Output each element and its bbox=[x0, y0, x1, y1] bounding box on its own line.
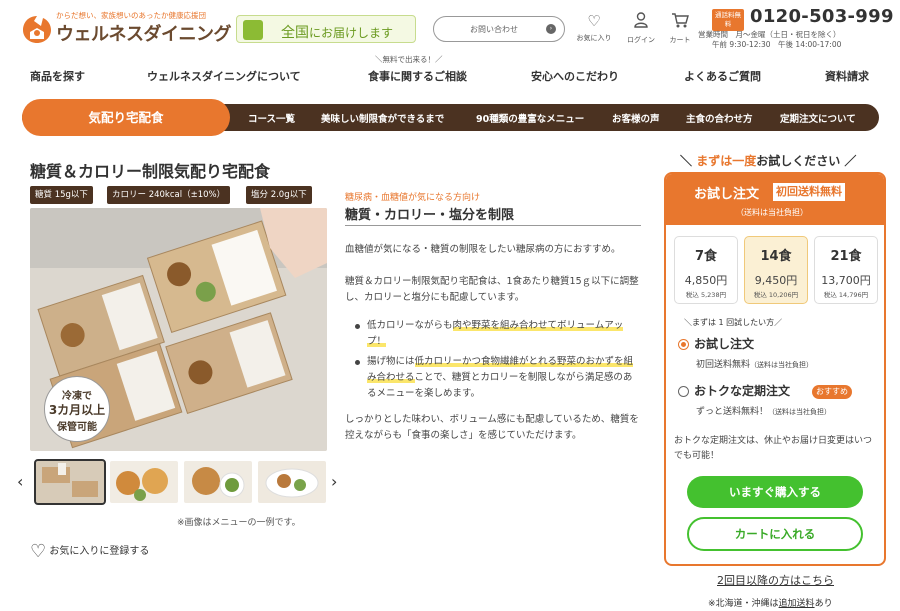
photo-note: ※画像はメニューの一例です。 bbox=[177, 518, 301, 528]
heart-icon: ♡ bbox=[587, 12, 601, 30]
cart-icon bbox=[662, 12, 698, 32]
thumbnail-image bbox=[110, 461, 178, 503]
nav-consultation[interactable]: 食事に関するご相談 bbox=[368, 68, 467, 84]
feature-list: 低カロリーながらも肉や野菜を組み合わせてボリュームアップ！ 揚げ物には低カロリー… bbox=[355, 318, 641, 406]
description-para-1: 血糖値が気になる・糖質の制限をしたい糖尿病の方におすすめ。 bbox=[345, 244, 621, 255]
buy-now-button[interactable]: いますぐ購入する bbox=[687, 476, 863, 508]
list-item: 低カロリーながらも肉や野菜を組み合わせてボリュームアップ！ bbox=[355, 318, 641, 350]
shipping-note: （送料は当社負担） bbox=[736, 208, 808, 217]
subnav-active-tab[interactable]: 気配り宅配食 bbox=[22, 99, 230, 136]
japan-map-icon bbox=[243, 20, 263, 40]
nav-request-brochure[interactable]: 資料請求 bbox=[825, 68, 869, 84]
subnav-voices[interactable]: お客様の声 bbox=[612, 111, 660, 125]
add-to-favorites-button[interactable]: ♡ お気に入りに登録する bbox=[30, 541, 149, 562]
trial-order-title: お試し注文 bbox=[694, 187, 760, 202]
nav-search-products[interactable]: 商品を探す bbox=[30, 68, 85, 84]
carousel-next-icon[interactable]: › bbox=[331, 472, 337, 491]
nationwide-text: 全国にお届けします bbox=[281, 25, 394, 41]
description-para-3: しっかりとした味わい、ボリューム感にも配慮しているため、糖質を控えながらも「食事… bbox=[345, 414, 639, 441]
phone-number[interactable]: 0120-503-999 bbox=[750, 6, 894, 27]
description-heading: 糖質・カロリー・塩分を制限 bbox=[345, 208, 515, 223]
business-hours: 営業時間 月〜金曜（土日・祝日を除く） 午前 9:30-12:30 午後 14:… bbox=[698, 30, 842, 49]
recommended-badge: おすすめ bbox=[812, 385, 852, 399]
thumbnail-4[interactable] bbox=[258, 461, 326, 503]
description-para-2: 糖質＆カロリー制限気配り宅配食は、1食あたり糖質15ｇ以下に調整し、カロリーと塩… bbox=[345, 276, 639, 303]
freecall-badge: 通話料無料 bbox=[712, 9, 744, 31]
subnav-making[interactable]: 美味しい制限食ができるまで bbox=[321, 111, 444, 125]
plan-option-7[interactable]: 7食 4,850円 税込 5,238円 bbox=[674, 236, 738, 304]
carousel-prev-icon[interactable]: ‹ bbox=[17, 472, 23, 491]
radio-regular-order[interactable] bbox=[678, 386, 689, 397]
order-box-header: お試し注文 初回送料無料 （送料は当社負担） bbox=[666, 174, 884, 225]
nutrition-tag-calorie: カロリー 240kcal（±10%） bbox=[107, 186, 231, 204]
trial-order-sub: 初回送料無料（送料は当社負担） bbox=[696, 360, 814, 370]
logo-mark-icon bbox=[23, 16, 51, 43]
free-shipping-badge: 初回送料無料 bbox=[773, 183, 845, 201]
thumbnail-1[interactable] bbox=[34, 459, 106, 505]
contact-button[interactable]: お問い合わせ › bbox=[433, 16, 565, 42]
nav-commitment[interactable]: 安心へのこだわり bbox=[531, 68, 619, 84]
thumbnail-image bbox=[184, 461, 252, 503]
thumbnail-2[interactable] bbox=[110, 461, 178, 503]
login-link[interactable]: ログイン bbox=[623, 12, 659, 45]
nutrition-tag-salt: 塩分 2.0g以下 bbox=[246, 186, 312, 204]
try-heading: ＼ まずは一度お試しください ／ bbox=[680, 154, 857, 168]
subnav-staple-food[interactable]: 主食の合わせ方 bbox=[686, 111, 753, 125]
arrow-right-icon: › bbox=[546, 24, 556, 34]
radio-trial-order[interactable] bbox=[678, 339, 689, 350]
nav-faq[interactable]: よくあるご質問 bbox=[684, 68, 761, 84]
subnav-menu[interactable]: 90種類の豊富なメニュー bbox=[476, 111, 584, 125]
person-icon bbox=[623, 12, 659, 32]
list-item: 揚げ物には低カロリーかつ食物繊維がとれる野菜のおかずを組み合わせることで、糖質と… bbox=[355, 354, 641, 402]
regular-order-label[interactable]: おトクな定期注文 bbox=[694, 382, 790, 399]
regular-order-note: おトクな定期注文は、休止やお届け日変更はいつでも可能！ bbox=[674, 436, 873, 461]
shipping-surcharge-note: ※北海道・沖縄は追加送料あり bbox=[708, 599, 833, 609]
nutrition-tag-sugar: 糖質 15g以下 bbox=[30, 186, 93, 204]
product-main-photo: 冷凍で 3カ月以上 保管可能 bbox=[30, 208, 327, 451]
favorites-link[interactable]: ♡ お気に入り bbox=[576, 12, 612, 43]
order-box: お試し注文 初回送料無料 （送料は当社負担） 7食 4,850円 税込 5,23… bbox=[664, 172, 886, 566]
add-to-cart-button[interactable]: カートに入れる bbox=[687, 517, 863, 551]
subnav-course-list[interactable]: コース一覧 bbox=[248, 111, 295, 125]
plan-option-14[interactable]: 14食 9,450円 税込 10,206円 bbox=[744, 236, 808, 304]
regular-order-sub: ずっと送料無料！（送料は当社負担） bbox=[696, 407, 832, 417]
nav-free-note: ＼無料で出来る！／ bbox=[375, 55, 443, 64]
thumbnail-3[interactable] bbox=[184, 461, 252, 503]
plan-option-21[interactable]: 21食 13,700円 税込 14,796円 bbox=[814, 236, 878, 304]
product-title: 糖質＆カロリー制限気配り宅配食 bbox=[30, 162, 271, 181]
target-audience: 糖尿病・血糖値が気になる方向け bbox=[345, 193, 481, 203]
heart-icon: ♡ bbox=[30, 541, 47, 562]
logo-name[interactable]: ウェルネスダイニング bbox=[56, 20, 232, 46]
cart-link[interactable]: カート bbox=[662, 12, 698, 45]
first-try-note: ＼まずは 1 回試したい方／ bbox=[684, 318, 783, 327]
divider bbox=[345, 225, 641, 226]
nav-about[interactable]: ウェルネスダイニングについて bbox=[147, 68, 301, 84]
thumbnail-image bbox=[258, 461, 326, 503]
frozen-storage-badge: 冷凍で 3カ月以上 保管可能 bbox=[44, 376, 110, 442]
repeat-customer-link[interactable]: 2回目以降の方はこちら bbox=[717, 572, 834, 588]
subnav-regular-order[interactable]: 定期注文について bbox=[780, 111, 856, 125]
nationwide-delivery-banner: 全国にお届けします bbox=[236, 15, 416, 43]
thumbnail-image bbox=[36, 461, 104, 503]
trial-order-label[interactable]: お試し注文 bbox=[694, 335, 754, 352]
